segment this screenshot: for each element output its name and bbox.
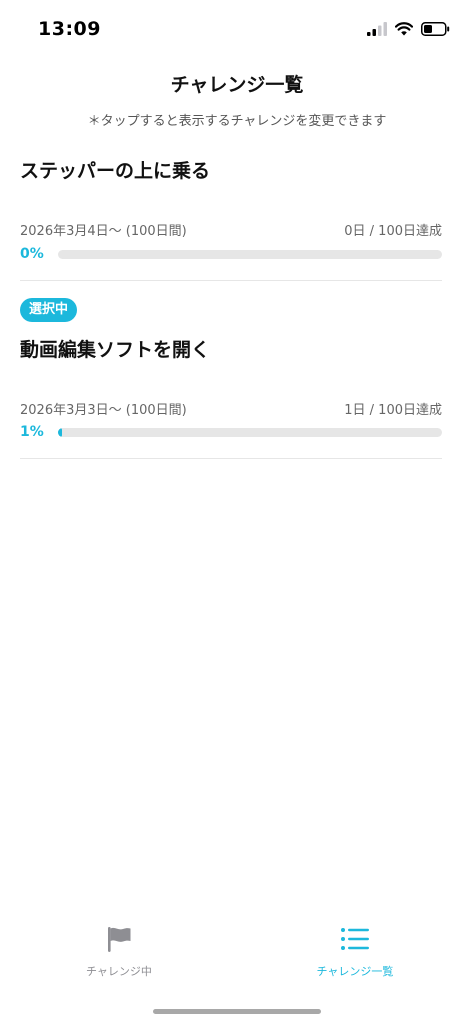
tab-label: チャレンジ一覧 — [316, 965, 394, 978]
challenge-period: 2026年3月3日〜 (100日間) — [20, 403, 187, 418]
status-icons — [367, 20, 450, 40]
challenge-achieved: 1日 / 100日達成 — [344, 403, 442, 418]
page-subtitle: ＊タップすると表示するチャレンジを変更できます — [87, 114, 387, 129]
selected-badge: 選択中 — [20, 298, 78, 322]
challenge-meta: 2026年3月3日〜 (100日間) 1日 / 100日達成 — [20, 399, 442, 418]
tab-label: チャレンジ中 — [86, 965, 152, 978]
tab-active-challenge[interactable]: チャレンジ中 — [39, 925, 199, 991]
progress-track — [58, 249, 442, 259]
wifi-icon — [394, 21, 414, 40]
progress-track — [58, 427, 442, 437]
challenge-item[interactable]: 選択中 動画編集ソフトを開く 2026年3月3日〜 (100日間) 1日 / 1… — [20, 281, 442, 459]
page-title: チャレンジ一覧 — [170, 74, 304, 96]
progress-percent: 1% — [20, 424, 44, 440]
challenge-period: 2026年3月4日〜 (100日間) — [20, 224, 187, 239]
home-indicator[interactable] — [153, 1009, 321, 1014]
cellular-signal-icon — [367, 21, 387, 40]
challenge-progress: 1% — [20, 423, 442, 441]
progress-fill — [58, 427, 62, 437]
flag-icon — [105, 925, 133, 957]
challenge-progress: 0% — [20, 245, 442, 263]
list-icon — [340, 925, 370, 957]
progress-percent: 0% — [20, 246, 44, 262]
challenge-achieved: 0日 / 100日達成 — [344, 224, 442, 239]
tab-bar: チャレンジ中 チャレンジ一覧 — [0, 925, 474, 995]
challenge-item[interactable]: ステッパーの上に乗る 2026年3月4日〜 (100日間) 0日 / 100日達… — [20, 150, 442, 281]
tab-challenge-list[interactable]: チャレンジ一覧 — [275, 925, 435, 991]
status-time: 13:09 — [38, 18, 101, 40]
status-bar: 13:09 — [0, 0, 474, 56]
challenge-meta: 2026年3月4日〜 (100日間) 0日 / 100日達成 — [20, 220, 442, 239]
battery-icon — [421, 21, 450, 40]
challenge-list: ステッパーの上に乗る 2026年3月4日〜 (100日間) 0日 / 100日達… — [20, 150, 442, 459]
challenge-title: ステッパーの上に乗る — [20, 160, 211, 182]
challenge-title: 動画編集ソフトを開く — [20, 339, 211, 361]
